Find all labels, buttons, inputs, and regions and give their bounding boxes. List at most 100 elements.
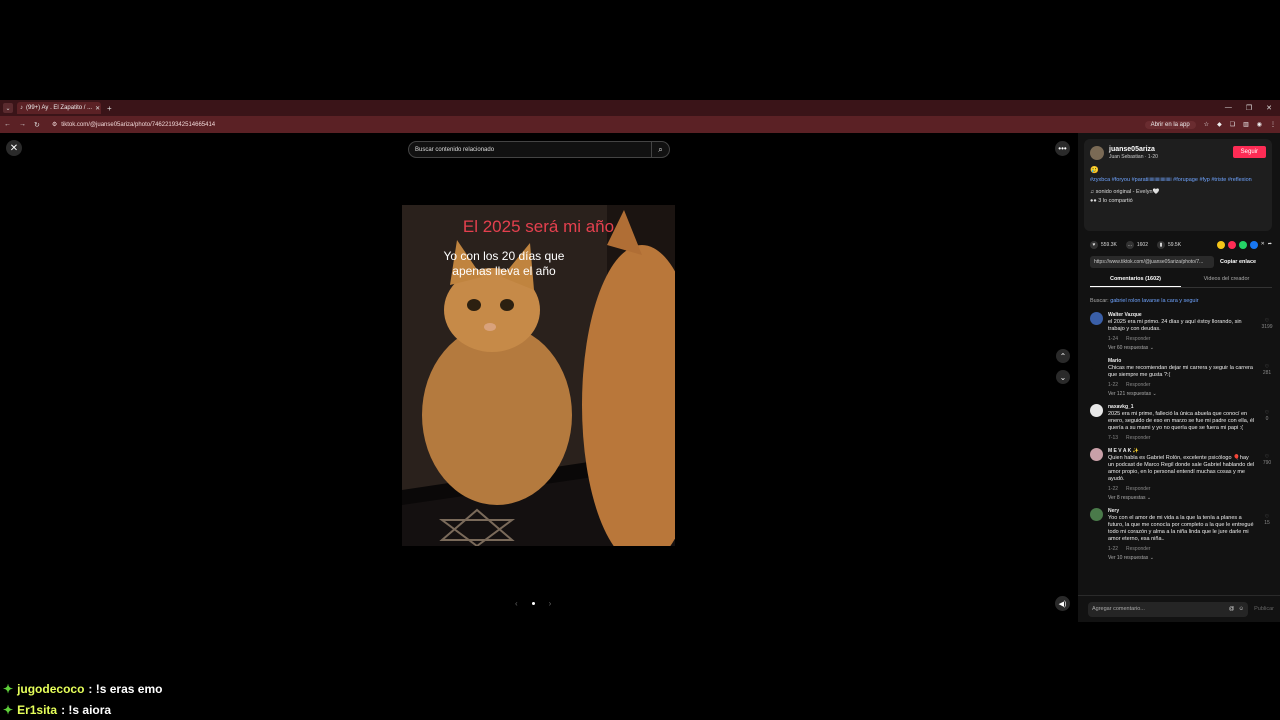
like-stat[interactable]: ♥ 559.3K bbox=[1090, 241, 1117, 249]
post-info-card: juanse05ariza Juan Sebastian · 1-20 Segu… bbox=[1084, 139, 1272, 231]
share-arrow-icon[interactable]: ➦ bbox=[1268, 241, 1272, 249]
comment-date: 7-13 bbox=[1108, 435, 1119, 441]
comment-username[interactable]: M E V A K ✨ bbox=[1108, 448, 1255, 454]
site-info-icon[interactable]: ⚙ bbox=[52, 121, 57, 128]
comment-username[interactable]: Mario bbox=[1108, 358, 1255, 364]
comment-stat[interactable]: … 1602 bbox=[1125, 241, 1148, 249]
next-photo-icon[interactable]: › bbox=[549, 599, 552, 608]
search-suggestion[interactable]: Buscar: gabriel rolon lavarse la cara y … bbox=[1090, 298, 1272, 304]
x-icon[interactable]: ✕ bbox=[1261, 241, 1265, 249]
facebook-icon[interactable] bbox=[1249, 241, 1258, 249]
copy-link-button[interactable]: Copiar enlace bbox=[1220, 259, 1256, 265]
comment-count: 1602 bbox=[1136, 242, 1148, 248]
tab-list-menu[interactable]: ⌄ bbox=[3, 103, 13, 113]
pagination-dot[interactable] bbox=[531, 602, 535, 605]
comment-like[interactable]: ♡ 3199 bbox=[1260, 312, 1274, 351]
commenter-avatar[interactable] bbox=[1090, 404, 1103, 417]
comment-composer: Agregar comentario... @ ☺ Publicar bbox=[1078, 595, 1280, 622]
commenter-avatar[interactable] bbox=[1090, 508, 1103, 521]
minimize-icon[interactable]: — bbox=[1225, 104, 1232, 112]
search-icon[interactable]: ⌕ bbox=[651, 142, 669, 157]
emoji-icon[interactable]: ☺ bbox=[1239, 606, 1245, 612]
mention-icon[interactable]: @ bbox=[1229, 606, 1235, 612]
post-link-field[interactable]: https://www.tiktok.com/@juanse05ariza/ph… bbox=[1090, 256, 1214, 268]
maximize-icon[interactable]: ❐ bbox=[1246, 104, 1252, 112]
reply-button[interactable]: Responder bbox=[1126, 336, 1150, 342]
comment-like-count: 15 bbox=[1264, 520, 1270, 526]
commenter-avatar[interactable] bbox=[1090, 358, 1103, 371]
comment-like[interactable]: ♡ 0 bbox=[1260, 404, 1274, 441]
tab-close-icon[interactable]: ✕ bbox=[95, 105, 100, 112]
extension-icon[interactable]: ◆ bbox=[1217, 121, 1222, 128]
browser-menu-icon[interactable]: ⋮ bbox=[1270, 121, 1276, 128]
next-post-icon[interactable]: ⌄ bbox=[1056, 370, 1070, 384]
tab-creator-videos[interactable]: Videos del creador bbox=[1181, 276, 1272, 287]
view-replies-button[interactable]: Ver 10 respuestas ⌄ bbox=[1108, 555, 1255, 561]
reply-button[interactable]: Responder bbox=[1126, 435, 1150, 441]
back-icon[interactable]: ← bbox=[4, 121, 11, 128]
window-close-icon[interactable]: ✕ bbox=[1266, 104, 1272, 112]
comment-text: Yoo con el amor de mi vida a la que la t… bbox=[1108, 515, 1254, 542]
more-options-icon[interactable]: ••• bbox=[1055, 141, 1070, 156]
comment-text: Quien habla es Gabriel Rolón, excelente … bbox=[1108, 455, 1255, 482]
whatsapp-icon[interactable] bbox=[1238, 241, 1247, 249]
open-app-button[interactable]: Abrir en la app bbox=[1144, 120, 1196, 129]
commenter-avatar[interactable] bbox=[1090, 448, 1103, 461]
view-replies-button[interactable]: Ver 121 respuestas ⌄ bbox=[1108, 391, 1255, 397]
bookmark-star-icon[interactable]: ☆ bbox=[1204, 121, 1209, 128]
comment-text: el 2025 era mi primo. 24 días y aquí ést… bbox=[1108, 319, 1242, 332]
post-hashtags[interactable]: #zyxbca #foryou #paratiiiiiiiiiiiiiiiiii… bbox=[1090, 177, 1266, 184]
extensions-puzzle-icon[interactable]: ❏ bbox=[1230, 121, 1235, 128]
volume-icon[interactable]: ◀) bbox=[1055, 596, 1070, 611]
browser-tab-bar: ⌄ ♪ (99+) Ay . El Zapatito / ... ✕ + — ❐… bbox=[0, 100, 1280, 116]
sidebar-icon[interactable]: ▥ bbox=[1243, 121, 1249, 128]
profile-icon[interactable]: ◉ bbox=[1257, 121, 1262, 128]
browser-tab[interactable]: ♪ (99+) Ay . El Zapatito / ... ✕ bbox=[17, 102, 101, 114]
post-photo[interactable]: El 2025 será mi año Yo con los 20 días q… bbox=[402, 205, 675, 546]
sound-link[interactable]: ♫ sonido original - Evelyn🤍 bbox=[1090, 189, 1266, 195]
comment-text: 2025 era mi prime, falleció la única abu… bbox=[1108, 411, 1255, 431]
view-replies-button[interactable]: Ver 8 respuestas ⌄ bbox=[1108, 495, 1255, 501]
comment-input[interactable]: Agregar comentario... @ ☺ bbox=[1088, 601, 1249, 617]
new-tab-button[interactable]: + bbox=[107, 104, 112, 113]
comment-username[interactable]: Walter Vazque bbox=[1108, 312, 1255, 318]
post-comment-button[interactable]: Publicar bbox=[1254, 606, 1274, 612]
save-stat[interactable]: ▮ 59.5K bbox=[1156, 241, 1181, 249]
comment-like-count: 3199 bbox=[1261, 324, 1273, 330]
follow-button[interactable]: Seguir bbox=[1232, 146, 1266, 158]
comment-username[interactable]: Nery bbox=[1108, 508, 1255, 514]
tab-title: (99+) Ay . El Zapatito / ... bbox=[26, 105, 93, 111]
shared-text: 3 lo compartió bbox=[1098, 198, 1133, 204]
prev-photo-icon[interactable]: ‹ bbox=[515, 599, 518, 608]
tab-comments[interactable]: Comentarios (1602) bbox=[1090, 276, 1181, 287]
author-username[interactable]: juanse05ariza bbox=[1109, 146, 1158, 153]
reply-button[interactable]: Responder bbox=[1126, 382, 1150, 388]
subscriber-badge-icon: ✦ bbox=[3, 703, 14, 717]
share-avatars-icon: ●● bbox=[1090, 198, 1099, 204]
details-sidebar: juanse05ariza Juan Sebastian · 1-20 Segu… bbox=[1078, 133, 1280, 622]
engagement-stats: ♥ 559.3K … 1602 ▮ 59.5K ✕ ➦ bbox=[1090, 241, 1272, 249]
share-friends-icon[interactable] bbox=[1227, 241, 1236, 249]
comment-like[interactable]: ♡ 281 bbox=[1260, 358, 1274, 397]
previous-post-icon[interactable]: ⌃ bbox=[1056, 349, 1070, 363]
reload-icon[interactable]: ↻ bbox=[34, 121, 40, 129]
comment-placeholder: Agregar comentario... bbox=[1092, 606, 1145, 612]
comment-date: 1-22 bbox=[1108, 382, 1119, 388]
reply-button[interactable]: Responder bbox=[1126, 546, 1150, 552]
reply-button[interactable]: Responder bbox=[1126, 486, 1150, 492]
sidebar-tabs: Comentarios (1602) Videos del creador bbox=[1090, 276, 1272, 288]
url-field[interactable]: ⚙ tiktok.com/@juanse05ariza/photo/746221… bbox=[52, 121, 215, 129]
comment-like[interactable]: ♡ 790 bbox=[1260, 448, 1274, 501]
author-avatar[interactable] bbox=[1090, 146, 1104, 160]
commenter-avatar[interactable] bbox=[1090, 312, 1103, 325]
comment-item: Nery Yoo con el amor de mi vida a la que… bbox=[1090, 508, 1274, 561]
address-bar: ← → ↻ ⚙ tiktok.com/@juanse05ariza/photo/… bbox=[0, 116, 1280, 133]
close-icon[interactable]: ✕ bbox=[6, 140, 22, 156]
related-search-input[interactable]: Buscar contenido relacionado ⌕ bbox=[408, 141, 670, 158]
comment-date: 1-24 bbox=[1108, 336, 1119, 342]
comment-like[interactable]: ♡ 15 bbox=[1260, 508, 1274, 561]
comment-username[interactable]: naxavkg_1 bbox=[1108, 404, 1255, 410]
view-replies-button[interactable]: Ver 60 respuestas ⌄ bbox=[1108, 345, 1255, 351]
forward-icon[interactable]: → bbox=[19, 121, 26, 128]
share-embed-icon[interactable] bbox=[1216, 241, 1225, 249]
